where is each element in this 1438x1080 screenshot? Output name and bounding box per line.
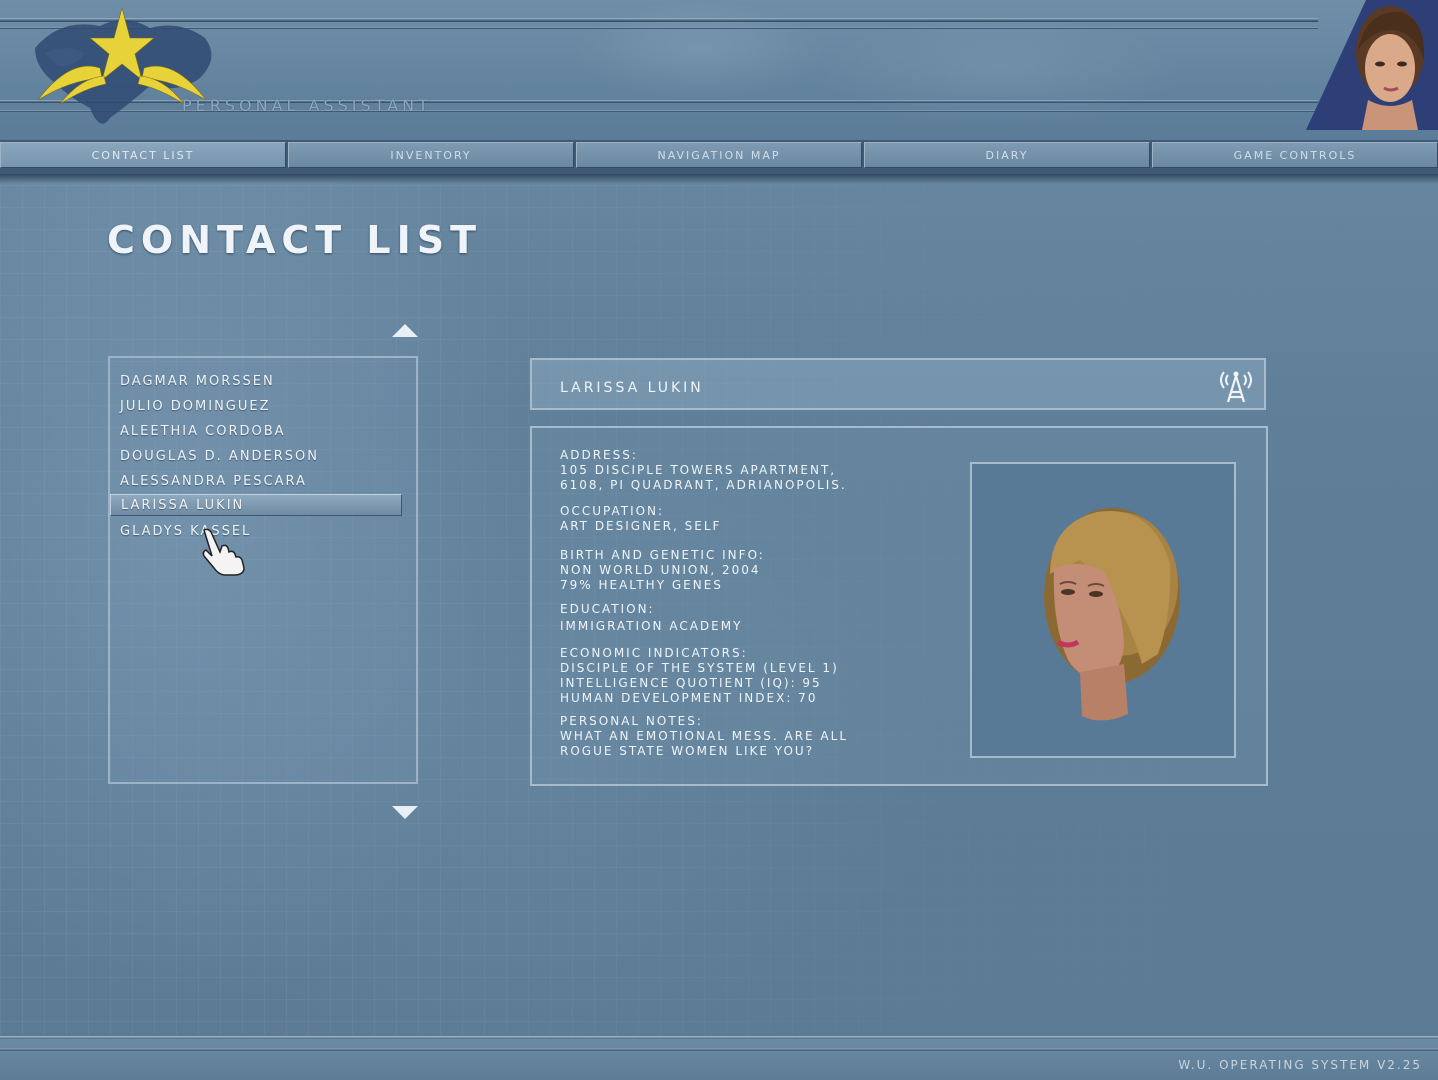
field-value: WHAT AN EMOTIONAL MESS. ARE ALL: [560, 729, 849, 743]
header: PERSONAL ASSISTANT: [0, 0, 1438, 142]
assistant-portrait: [1306, 0, 1438, 130]
contact-name: JULIO DOMINGUEZ: [120, 398, 271, 414]
tab-label: INVENTORY: [390, 148, 472, 162]
hand-cursor-icon: [202, 528, 245, 576]
field-label: BIRTH AND GENETIC INFO:: [560, 548, 765, 562]
footer-rule-bottom: [0, 1048, 1438, 1051]
contact-photo: [970, 462, 1236, 758]
field-value: ART DESIGNER, SELF: [560, 519, 722, 533]
os-version-label: W.U. OPERATING SYSTEM V2.25: [1178, 1058, 1422, 1072]
field-label: PERSONAL NOTES:: [560, 714, 703, 728]
selected-contact-name: LARISSA LUKIN: [560, 380, 704, 396]
field-label: OCCUPATION:: [560, 504, 665, 518]
tab-bar-shadow: [0, 174, 1438, 184]
contact-name: ALESSANDRA PESCARA: [120, 473, 307, 489]
scroll-up-arrow-icon[interactable]: [392, 324, 418, 337]
field-label: EDUCATION:: [560, 602, 655, 616]
contact-portrait: [1044, 508, 1180, 721]
field-value: NON WORLD UNION, 2004: [560, 563, 761, 577]
field-value: 79% HEALTHY GENES: [560, 578, 723, 592]
contact-name: DOUGLAS D. ANDERSON: [120, 448, 320, 464]
footer: W.U. OPERATING SYSTEM V2.25: [0, 1036, 1438, 1080]
tab-bar: CONTACT LIST INVENTORY NAVIGATION MAP DI…: [0, 140, 1438, 174]
contact-name: DAGMAR MORSSEN: [120, 373, 275, 389]
field-label: ECONOMIC INDICATORS:: [560, 646, 748, 660]
tab-contact-list[interactable]: CONTACT LIST: [0, 142, 286, 168]
contact-list: DAGMAR MORSSEN JULIO DOMINGUEZ ALEETHIA …: [108, 356, 418, 784]
field-value: ROGUE STATE WOMEN LIKE YOU?: [560, 744, 815, 758]
education-field: EDUCATION: IMMIGRATION ACADEMY: [560, 602, 960, 634]
footer-rule-top: [0, 1036, 1438, 1039]
header-title: PERSONAL ASSISTANT: [182, 96, 432, 115]
scroll-down-arrow-icon[interactable]: [392, 806, 418, 819]
tab-label: GAME CONTROLS: [1233, 148, 1357, 162]
field-label: ADDRESS:: [560, 448, 638, 462]
economic-indicators-field: ECONOMIC INDICATORS: DISCIPLE OF THE SYS…: [560, 646, 960, 706]
tab-inventory[interactable]: INVENTORY: [288, 142, 574, 168]
field-value: 105 DISCIPLE TOWERS APARTMENT,: [560, 463, 837, 477]
contact-details: ADDRESS: 105 DISCIPLE TOWERS APARTMENT, …: [530, 426, 1268, 786]
contact-name-bar: LARISSA LUKIN: [530, 358, 1266, 410]
contact-item[interactable]: ALESSANDRA PESCARA: [120, 470, 402, 492]
field-value: INTELLIGENCE QUOTIENT (IQ): 95: [560, 676, 822, 690]
contact-item[interactable]: ALEETHIA CORDOBA: [120, 420, 402, 442]
contact-item-selected[interactable]: LARISSA LUKIN: [110, 494, 402, 516]
antenna-icon[interactable]: [1214, 364, 1258, 404]
tab-diary[interactable]: DIARY: [864, 142, 1150, 168]
tab-game-controls[interactable]: GAME CONTROLS: [1152, 142, 1438, 168]
tab-label: DIARY: [985, 148, 1029, 162]
birth-genetic-field: BIRTH AND GENETIC INFO: NON WORLD UNION,…: [560, 548, 960, 593]
address-field: ADDRESS: 105 DISCIPLE TOWERS APARTMENT, …: [560, 448, 960, 493]
contact-item[interactable]: JULIO DOMINGUEZ: [120, 395, 402, 417]
field-value: IMMIGRATION ACADEMY: [560, 619, 743, 633]
tab-label: NAVIGATION MAP: [657, 148, 781, 162]
tab-label: CONTACT LIST: [91, 148, 195, 162]
field-value: DISCIPLE OF THE SYSTEM (LEVEL 1): [560, 661, 839, 675]
contact-name: LARISSA LUKIN: [121, 497, 245, 513]
contact-item[interactable]: DAGMAR MORSSEN: [120, 370, 402, 392]
field-value: 6108, PI QUADRANT, ADRIANOPOLIS.: [560, 478, 847, 492]
contact-item[interactable]: DOUGLAS D. ANDERSON: [120, 445, 402, 467]
tab-navigation-map[interactable]: NAVIGATION MAP: [576, 142, 862, 168]
personal-notes-field: PERSONAL NOTES: WHAT AN EMOTIONAL MESS. …: [560, 714, 960, 759]
contact-name: ALEETHIA CORDOBA: [120, 423, 286, 439]
contact-item[interactable]: GLADYS KASSEL: [120, 520, 402, 542]
page-title: CONTACT LIST: [107, 218, 483, 262]
field-value: HUMAN DEVELOPMENT INDEX: 70: [560, 691, 818, 705]
occupation-field: OCCUPATION: ART DESIGNER, SELF: [560, 504, 960, 534]
